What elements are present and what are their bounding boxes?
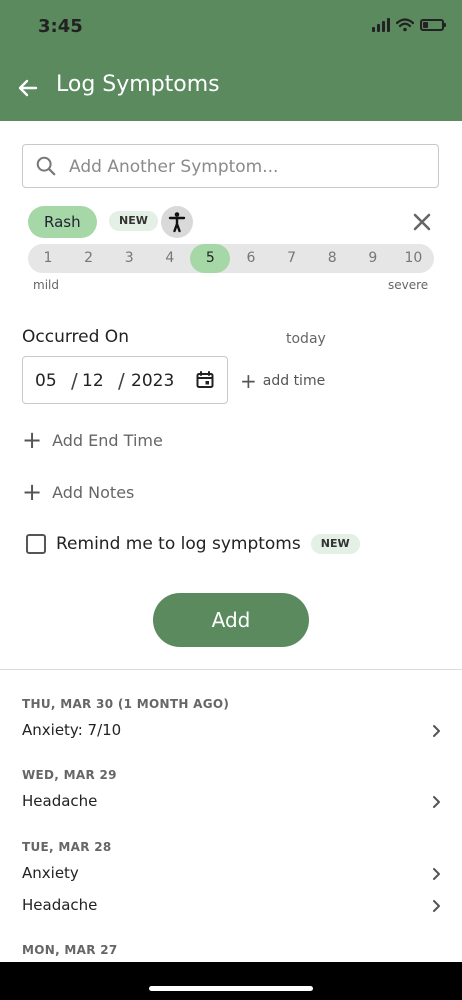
severity-option[interactable]: 1 [28,244,68,273]
battery-icon [420,19,446,31]
date-input[interactable]: 05 / 12 / 2023 [22,356,228,404]
severity-scale: 1 2 3 4 5 6 7 8 9 10 [28,244,434,273]
status-time: 3:45 [38,16,83,37]
severity-option[interactable]: 9 [353,244,393,273]
severity-option[interactable]: 8 [312,244,352,273]
severity-option[interactable]: 6 [231,244,271,273]
chevron-right-icon [433,796,440,808]
add-button[interactable]: Add [153,593,309,647]
add-notes-label: Add Notes [52,482,135,502]
add-end-time-button[interactable]: + Add End Time [22,428,163,452]
remind-checkbox[interactable] [26,534,46,554]
remind-checkbox-row[interactable]: Remind me to log symptoms NEW [26,534,360,554]
history-item[interactable]: Anxiety: 7/10 [22,721,442,743]
accessibility-button[interactable] [161,206,193,238]
add-notes-button[interactable]: + Add Notes [22,480,134,504]
history-item-label: Anxiety: 7/10 [22,721,122,739]
date-month[interactable]: 05 [35,371,57,391]
history-date: MON, MAR 27 [22,943,118,957]
history-item-label: Headache [22,896,98,914]
history-item-label: Anxiety [22,864,79,882]
chevron-right-icon [433,900,440,912]
history-item[interactable]: Anxiety [22,864,442,886]
cellular-signal-icon [372,18,390,32]
history-item[interactable]: Headache [22,896,442,918]
severe-label: severe [388,278,429,292]
severity-option-selected[interactable]: 5 [190,244,231,273]
home-indicator[interactable] [149,986,313,991]
severity-option[interactable]: 7 [272,244,312,273]
add-end-time-label: Add End Time [52,430,163,450]
severity-option[interactable]: 3 [109,244,149,273]
add-time-label: add time [262,373,326,389]
close-icon[interactable] [412,212,432,232]
history-item-label: Headache [22,792,98,810]
severity-option[interactable]: 4 [150,244,190,273]
date-day[interactable]: 12 [82,371,104,391]
divider [0,669,462,670]
plus-icon: + [240,369,257,393]
severity-option[interactable]: 10 [393,244,433,273]
search-icon [36,156,56,176]
history-date: WED, MAR 29 [22,768,117,782]
home-bar-area [0,962,462,1000]
chevron-right-icon [433,725,440,737]
date-year[interactable]: 2023 [131,371,174,391]
page-title: Log Symptoms [56,72,220,97]
add-time-button[interactable]: + add time [240,371,325,391]
date-separator: / [118,369,125,393]
wifi-icon [396,18,414,32]
search-placeholder: Add Another Symptom... [69,157,279,177]
chevron-right-icon [433,868,440,880]
calendar-icon[interactable] [195,370,215,390]
today-button[interactable]: today [286,331,326,347]
date-separator: / [71,369,78,393]
plus-icon: + [22,478,43,506]
back-arrow-icon[interactable] [16,76,40,100]
mild-label: mild [33,278,59,292]
history-date: THU, MAR 30 (1 MONTH AGO) [22,697,230,711]
history-date: TUE, MAR 28 [22,840,112,854]
plus-icon: + [22,426,43,454]
new-badge: NEW [109,211,158,231]
accessibility-icon [168,212,186,233]
severity-option[interactable]: 2 [69,244,109,273]
occurred-on-label: Occurred On [22,327,129,347]
new-badge: NEW [310,534,360,554]
app-header: 3:45 Log Symptoms [0,0,462,121]
status-icons [372,18,446,32]
remind-label: Remind me to log symptoms [56,534,301,554]
history-item[interactable]: Headache [22,792,442,814]
search-input[interactable]: Add Another Symptom... [22,144,439,188]
symptom-chip[interactable]: Rash [28,206,97,238]
